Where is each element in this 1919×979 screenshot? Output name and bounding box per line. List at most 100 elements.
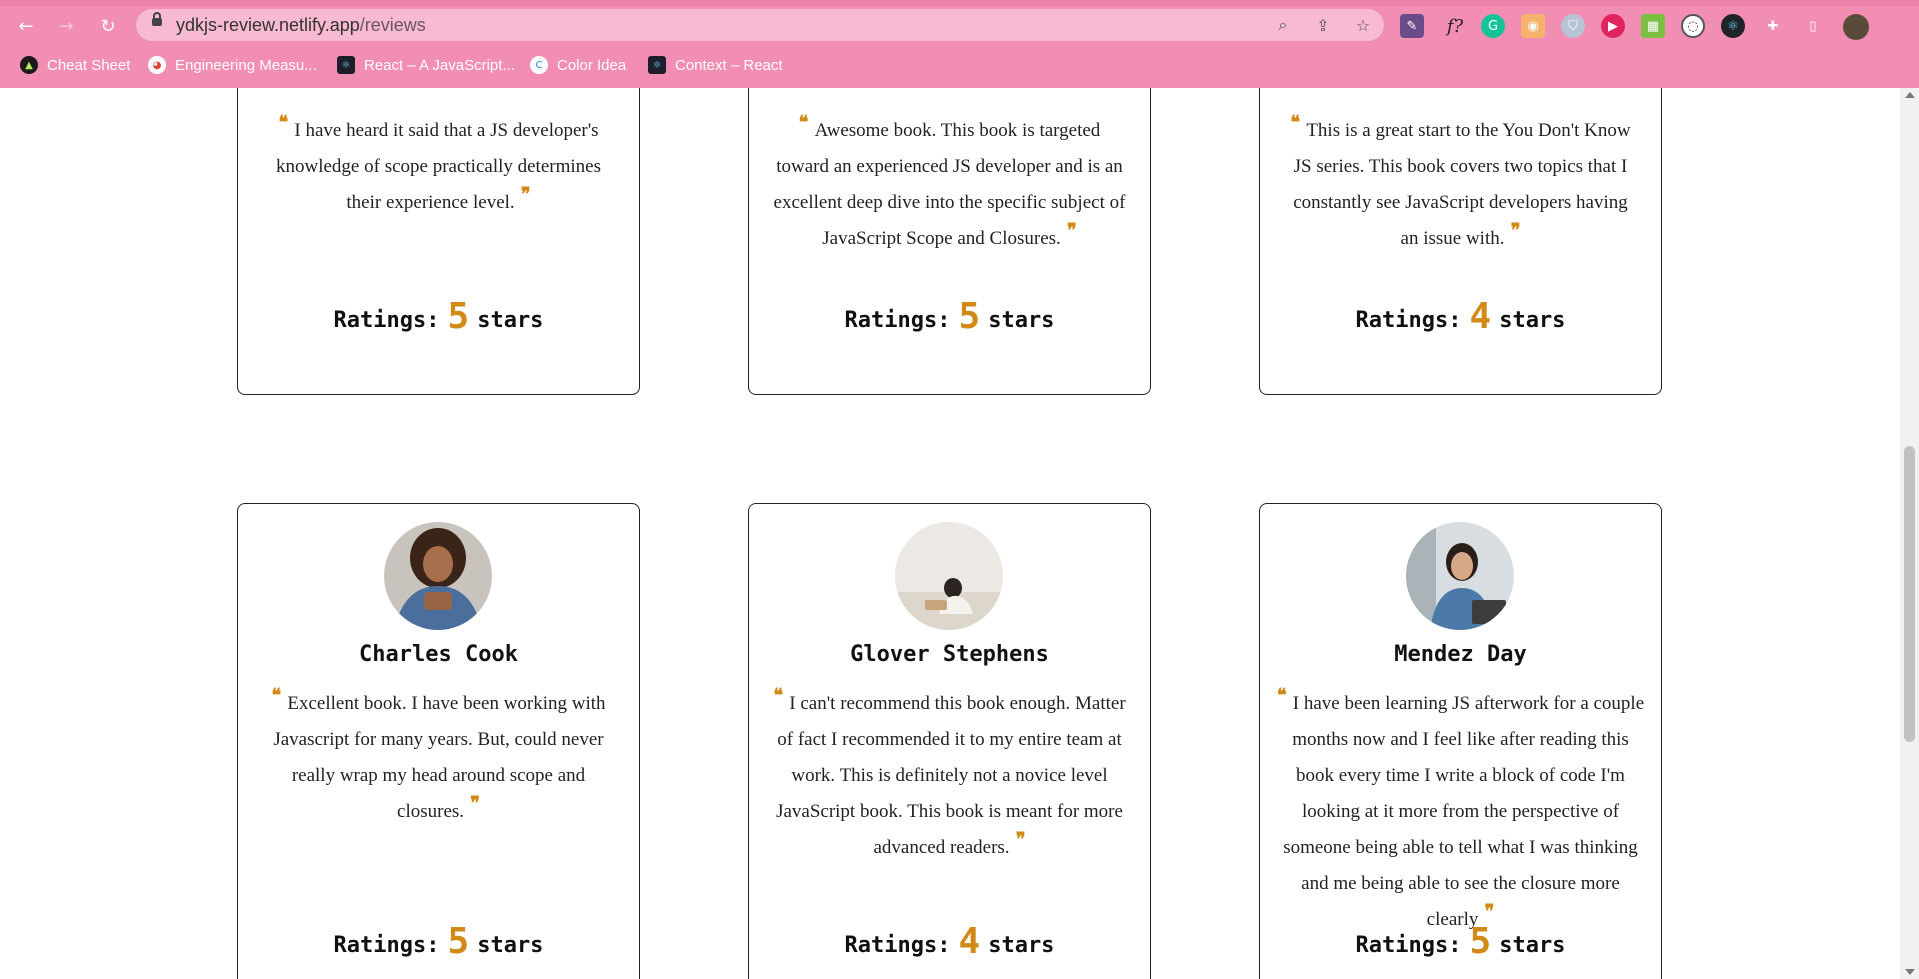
play-icon[interactable]: ▶ — [1601, 14, 1625, 38]
close-quote-icon: ❞ — [1478, 901, 1495, 922]
review-card: Mendez Day ❝ I have been learning JS aft… — [1259, 503, 1662, 979]
profile-avatar[interactable] — [1843, 14, 1869, 40]
reviewer-photo — [895, 522, 1003, 630]
react-devtools-icon[interactable]: ⚛ — [1721, 14, 1745, 38]
address-bar[interactable]: ydkjs-review.netlify.app/reviews ⌕ ⇪ ☆ — [136, 9, 1384, 41]
browser-chrome: ← → ↻ ydkjs-review.netlify.app/reviews ⌕… — [0, 0, 1919, 88]
color-idea-favicon: C — [530, 56, 548, 74]
browser-toolbar: ← → ↻ ydkjs-review.netlify.app/reviews ⌕… — [0, 6, 1919, 44]
open-quote-icon: ❝ — [278, 112, 295, 133]
scroll-up-arrow-icon[interactable] — [1905, 92, 1915, 98]
review-card: ❝ I have heard it said that a JS develop… — [237, 88, 640, 395]
reviewer-name: Glover Stephens — [850, 642, 1049, 667]
reviewer-photo — [384, 522, 492, 630]
close-quote-icon: ❞ — [1009, 829, 1026, 850]
review-rating: Ratings: 4 stars — [1260, 295, 1661, 337]
ratings-label: Ratings: — [844, 308, 951, 333]
page-scrollbar[interactable] — [1900, 88, 1919, 979]
avatar — [1406, 522, 1514, 630]
share-icon[interactable]: ⇪ — [1312, 14, 1334, 36]
scrollbar-thumb[interactable] — [1904, 446, 1915, 742]
review-quote: ❝ Excellent book. I have been working wi… — [260, 685, 617, 830]
reviewer-photo — [1406, 522, 1514, 630]
bookmark-label: React – A JavaScript... — [364, 56, 515, 74]
review-quote: ❝ I have been learning JS afterwork for … — [1274, 685, 1647, 938]
rating-value: 4 — [958, 921, 981, 962]
review-rating: Ratings: 5 stars — [238, 295, 639, 337]
ratings-label: Ratings: — [1355, 308, 1462, 333]
font-extension-icon[interactable]: f? — [1440, 14, 1470, 38]
react-favicon: ⚛ — [648, 56, 666, 74]
rating-value: 4 — [1469, 296, 1492, 337]
bookmark-engineering-measu[interactable]: ◕ Engineering Measu... — [148, 54, 317, 76]
stars-label: stars — [988, 308, 1055, 333]
review-rating: Ratings: 4 stars — [749, 920, 1150, 962]
review-quote-text: I can't recommend this book enough. Matt… — [776, 693, 1126, 858]
react-favicon: ⚛ — [337, 56, 355, 74]
bookmark-context-react[interactable]: ⚛ Context – React — [648, 54, 783, 76]
reviewer-name: Mendez Day — [1394, 642, 1527, 667]
stars-label: stars — [1499, 933, 1566, 958]
shield-icon[interactable]: ⛉ — [1561, 14, 1585, 38]
bookmark-label: Color Idea — [557, 56, 627, 74]
review-quote: ❝ This is a great start to the You Don't… — [1282, 112, 1639, 257]
eyedropper-extension-icon[interactable]: ✎ — [1400, 14, 1424, 38]
stars-label: stars — [988, 933, 1055, 958]
review-quote: ❝ Awesome book. This book is targeted to… — [771, 112, 1128, 257]
review-quote-text: Excellent book. I have been working with… — [273, 693, 606, 822]
bookmark-cheat-sheet[interactable]: ▲ Cheat Sheet — [20, 54, 130, 76]
url-text[interactable]: ydkjs-review.netlify.app/reviews — [176, 15, 426, 36]
review-quote-text: I have been learning JS afterwork for a … — [1283, 693, 1645, 930]
extensions-puzzle-icon[interactable]: ✚ — [1761, 14, 1785, 38]
rating-value: 5 — [958, 296, 981, 337]
page-viewport: ❝ I have heard it said that a JS develop… — [0, 88, 1900, 979]
url-host: ydkjs-review.netlify.app — [176, 15, 360, 35]
open-quote-icon: ❝ — [1276, 685, 1293, 706]
ratings-label: Ratings: — [844, 933, 951, 958]
font-extension-label: f? — [1446, 15, 1464, 37]
review-quote: ❝ I have heard it said that a JS develop… — [260, 112, 617, 221]
review-rating: Ratings: 5 stars — [238, 920, 639, 962]
avatar — [895, 522, 1003, 630]
review-quote-text: I have heard it said that a JS developer… — [276, 120, 601, 213]
review-rating: Ratings: 5 stars — [1260, 920, 1661, 962]
close-quote-icon: ❞ — [1060, 220, 1077, 241]
url-path: /reviews — [359, 15, 426, 35]
color-picker-extension-icon[interactable]: ▦ — [1641, 14, 1665, 38]
review-card: Charles Cook ❝ Excellent book. I have be… — [237, 503, 640, 979]
reload-icon[interactable]: ↻ — [94, 12, 122, 40]
stars-label: stars — [477, 308, 544, 333]
avatar — [384, 522, 492, 630]
chrome-favicon: ◕ — [148, 56, 166, 74]
camera-extension-icon[interactable]: ◉ — [1521, 14, 1545, 38]
side-panel-icon[interactable]: ▯ — [1801, 14, 1825, 38]
bookmark-label: Context – React — [675, 56, 783, 74]
rating-value: 5 — [447, 296, 470, 337]
code-extension-icon[interactable]: ◌ — [1681, 14, 1705, 38]
bookmark-color-idea[interactable]: C Color Idea — [530, 54, 626, 76]
open-quote-icon: ❝ — [798, 112, 815, 133]
ratings-label: Ratings: — [333, 308, 440, 333]
review-quote: ❝ I can't recommend this book enough. Ma… — [771, 685, 1128, 866]
close-quote-icon: ❞ — [514, 184, 531, 205]
cheat-sheet-favicon: ▲ — [20, 56, 38, 74]
forward-arrow-icon[interactable]: → — [52, 12, 80, 40]
bookmark-label: Engineering Measu... — [175, 56, 317, 74]
back-arrow-icon[interactable]: ← — [12, 12, 40, 40]
lock-icon[interactable] — [152, 12, 162, 26]
bookmark-star-icon[interactable]: ☆ — [1352, 14, 1374, 36]
bookmark-label: Cheat Sheet — [47, 56, 131, 74]
zoom-icon[interactable]: ⌕ — [1272, 14, 1294, 36]
close-quote-icon: ❞ — [464, 793, 480, 814]
scroll-down-arrow-icon[interactable] — [1905, 969, 1915, 975]
grammarly-icon[interactable]: G — [1481, 14, 1505, 38]
close-quote-icon: ❞ — [1504, 220, 1521, 241]
bookmark-react-javascript[interactable]: ⚛ React – A JavaScript... — [337, 54, 515, 76]
review-quote-text: This is a great start to the You Don't K… — [1293, 120, 1631, 249]
review-card: ❝ This is a great start to the You Don't… — [1259, 88, 1662, 395]
rating-value: 5 — [1469, 921, 1492, 962]
bookmarks-bar: ▲ Cheat Sheet ◕ Engineering Measu... ⚛ Reac… — [0, 50, 1919, 80]
review-rating: Ratings: 5 stars — [749, 295, 1150, 337]
review-card: ❝ Awesome book. This book is targeted to… — [748, 88, 1151, 395]
ratings-label: Ratings: — [333, 933, 440, 958]
